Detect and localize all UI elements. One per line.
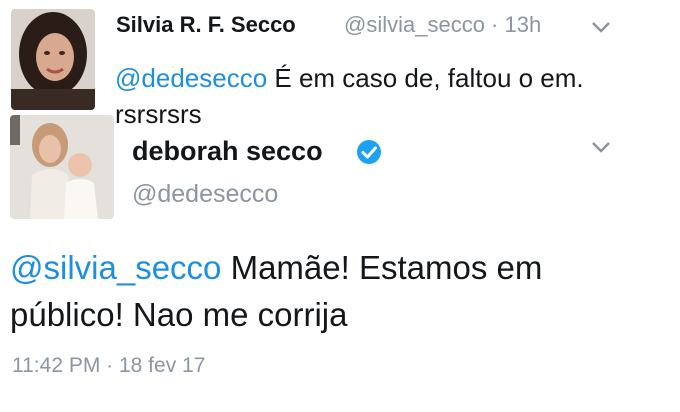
reply-time[interactable]: 13h xyxy=(505,12,542,37)
verified-badge-icon xyxy=(357,140,381,164)
reply-to-mention[interactable]: @dedesecco xyxy=(115,63,267,93)
avatar-photo-icon xyxy=(10,115,114,219)
tweet-author-handle[interactable]: @dedesecco xyxy=(132,180,278,209)
meta-separator: · xyxy=(484,12,505,37)
chevron-down-icon[interactable] xyxy=(590,20,612,34)
tweet-text: @silvia_secco Mamãe! Estamos em público!… xyxy=(10,244,650,338)
tweet-timestamp[interactable]: 11:42 PM · 18 fev 17 xyxy=(12,354,205,378)
reply-author-name[interactable]: Silvia R. F. Secco xyxy=(116,12,296,38)
tweet-author-avatar[interactable] xyxy=(10,115,114,219)
avatar-photo-icon xyxy=(11,9,95,110)
tweet-author-name[interactable]: deborah secco xyxy=(132,136,323,167)
reply-meta: @silvia_secco · 13h xyxy=(344,12,541,38)
reply-author-avatar[interactable] xyxy=(11,9,95,110)
reply-author-handle[interactable]: @silvia_secco xyxy=(344,12,485,37)
tweet-mention[interactable]: @silvia_secco xyxy=(10,249,221,286)
reply-text: @dedesecco É em caso de, faltou o em. rs… xyxy=(115,60,635,132)
chevron-down-icon[interactable] xyxy=(590,140,612,154)
